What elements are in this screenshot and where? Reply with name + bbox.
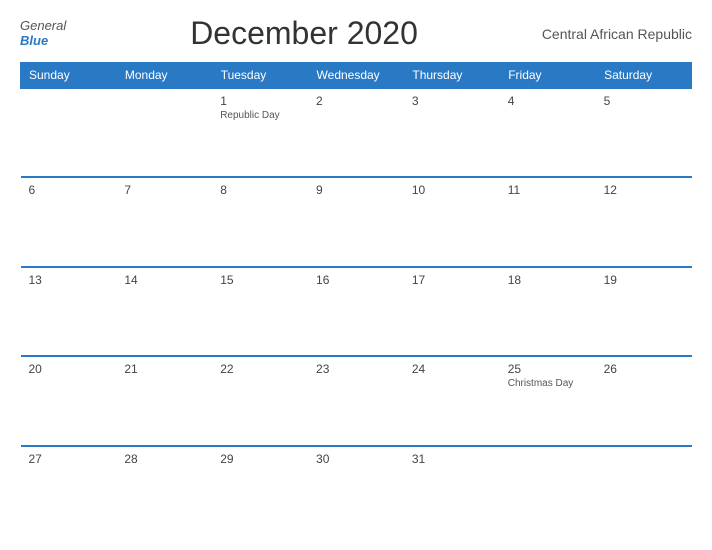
calendar-cell (21, 88, 117, 177)
calendar-cell: 21 (116, 356, 212, 445)
day-number: 5 (604, 94, 684, 108)
logo-blue-text: Blue (20, 34, 48, 48)
calendar-week-row: 20 21 22 23 24 25 Christmas Day 26 (21, 356, 692, 445)
calendar-cell: 1 Republic Day (212, 88, 308, 177)
day-number: 4 (508, 94, 588, 108)
calendar-cell: 16 (308, 267, 404, 356)
day-number: 31 (412, 452, 492, 466)
day-number: 8 (220, 183, 300, 197)
calendar-cell: 25 Christmas Day (500, 356, 596, 445)
calendar-cell: 20 (21, 356, 117, 445)
calendar-cell: 27 (21, 446, 117, 535)
day-number: 14 (124, 273, 204, 287)
weekday-header: Tuesday (212, 63, 308, 89)
calendar-cell: 2 (308, 88, 404, 177)
calendar-cell (596, 446, 692, 535)
calendar-week-row: 13 14 15 16 17 18 19 (21, 267, 692, 356)
day-number: 30 (316, 452, 396, 466)
holiday-label: Republic Day (220, 110, 300, 121)
calendar-cell: 22 (212, 356, 308, 445)
calendar-header-row: SundayMondayTuesdayWednesdayThursdayFrid… (21, 63, 692, 89)
day-number: 15 (220, 273, 300, 287)
calendar-cell: 8 (212, 177, 308, 266)
calendar-title: December 2020 (190, 15, 418, 52)
calendar-cell (500, 446, 596, 535)
calendar-body: 1Republic Day234567891011121314151617181… (21, 88, 692, 535)
day-number: 26 (604, 362, 684, 376)
calendar-cell: 9 (308, 177, 404, 266)
weekday-header: Saturday (596, 63, 692, 89)
calendar-week-row: 27 28 29 30 31 (21, 446, 692, 535)
logo: General Blue (20, 19, 66, 48)
calendar-header: General Blue December 2020 Central Afric… (20, 15, 692, 52)
calendar-cell: 6 (21, 177, 117, 266)
calendar-cell: 10 (404, 177, 500, 266)
day-number: 17 (412, 273, 492, 287)
day-number: 23 (316, 362, 396, 376)
weekday-header: Monday (116, 63, 212, 89)
day-number: 12 (604, 183, 684, 197)
calendar-cell: 4 (500, 88, 596, 177)
day-number: 24 (412, 362, 492, 376)
calendar-cell: 15 (212, 267, 308, 356)
calendar-cell: 26 (596, 356, 692, 445)
day-number: 21 (124, 362, 204, 376)
day-number: 3 (412, 94, 492, 108)
day-number: 18 (508, 273, 588, 287)
day-number: 25 (508, 362, 588, 376)
day-number: 20 (29, 362, 109, 376)
day-number: 13 (29, 273, 109, 287)
calendar-cell (116, 88, 212, 177)
calendar-cell: 14 (116, 267, 212, 356)
day-number: 11 (508, 183, 588, 197)
day-number: 22 (220, 362, 300, 376)
day-number: 16 (316, 273, 396, 287)
day-number: 29 (220, 452, 300, 466)
calendar-cell: 3 (404, 88, 500, 177)
calendar-table: SundayMondayTuesdayWednesdayThursdayFrid… (20, 62, 692, 535)
day-number: 28 (124, 452, 204, 466)
calendar-cell: 7 (116, 177, 212, 266)
day-number: 9 (316, 183, 396, 197)
calendar-cell: 30 (308, 446, 404, 535)
calendar-cell: 23 (308, 356, 404, 445)
weekday-header: Friday (500, 63, 596, 89)
day-number: 7 (124, 183, 204, 197)
day-number: 19 (604, 273, 684, 287)
calendar-cell: 24 (404, 356, 500, 445)
country-label: Central African Republic (542, 26, 692, 42)
day-number: 10 (412, 183, 492, 197)
calendar-cell: 12 (596, 177, 692, 266)
holiday-label: Christmas Day (508, 378, 588, 389)
day-number: 27 (29, 452, 109, 466)
logo-general-text: General (20, 19, 66, 33)
day-number: 1 (220, 94, 300, 108)
calendar-cell: 19 (596, 267, 692, 356)
calendar-week-row: 1 Republic Day 2 3 4 5 (21, 88, 692, 177)
day-number: 2 (316, 94, 396, 108)
day-number: 6 (29, 183, 109, 197)
weekday-header: Wednesday (308, 63, 404, 89)
calendar-cell: 18 (500, 267, 596, 356)
calendar-cell: 28 (116, 446, 212, 535)
calendar-week-row: 6 7 8 9 10 11 12 (21, 177, 692, 266)
calendar-cell: 5 (596, 88, 692, 177)
calendar-cell: 11 (500, 177, 596, 266)
weekday-header: Thursday (404, 63, 500, 89)
calendar-cell: 17 (404, 267, 500, 356)
calendar-cell: 29 (212, 446, 308, 535)
weekday-header: Sunday (21, 63, 117, 89)
calendar-cell: 13 (21, 267, 117, 356)
calendar-cell: 31 (404, 446, 500, 535)
